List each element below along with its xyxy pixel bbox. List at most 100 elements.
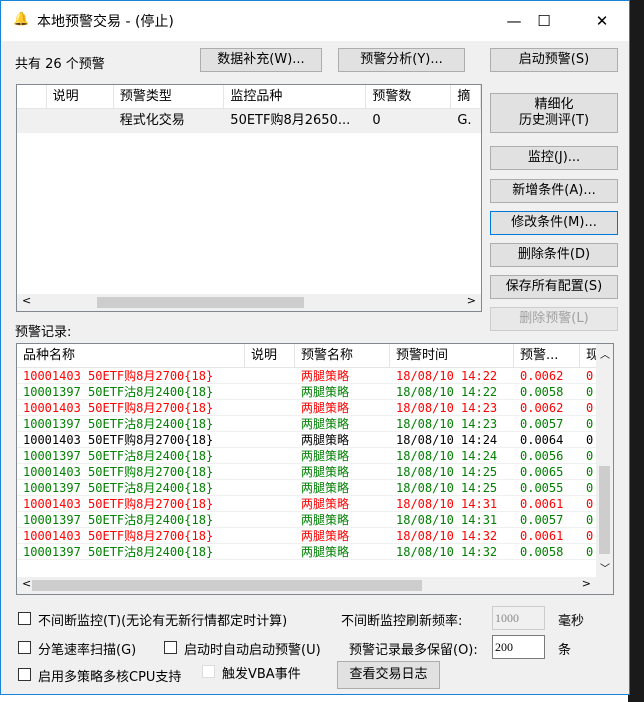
- records-header: 品种名称 说明 预警名称 预警时间 预警... 现: [17, 344, 613, 368]
- delete-alert-button[interactable]: 删除预警(L): [490, 307, 618, 331]
- cell-name: 10001403 50ETF购8月2700{18}: [23, 529, 214, 543]
- cell-note: [245, 464, 295, 479]
- cell-alert-time: 18/08/10 14:24: [396, 433, 498, 447]
- scroll-left-icon[interactable]: <: [22, 577, 31, 590]
- table-row[interactable]: 程式化交易 50ETF购8月2650... 0 G.: [17, 109, 481, 133]
- save-all-button[interactable]: 保存所有配置(S): [490, 275, 618, 299]
- scroll-up-icon[interactable]: ︿: [600, 346, 610, 361]
- cell-alert-time: 18/08/10 14:22: [396, 369, 498, 383]
- cell-alert-value: 0.0061: [520, 529, 564, 543]
- scroll-down-icon[interactable]: ﹀: [600, 560, 610, 575]
- window-title: 本地预警交易 - (停止): [37, 14, 174, 30]
- alert-table: 说明 预警类型 监控品种 预警数 摘 程式化交易 50ETF购8月2650...…: [16, 84, 482, 312]
- scroll-thumb[interactable]: [599, 466, 610, 554]
- cell-name: 10001403 50ETF购8月2700{18}: [23, 497, 214, 511]
- cell-note: [245, 544, 295, 559]
- col-name[interactable]: 品种名称: [17, 344, 245, 367]
- cell-alert-time: 18/08/10 14:32: [396, 529, 498, 543]
- cell-alert-name: 两腿策略: [301, 417, 350, 431]
- records-label: 预警记录:: [15, 325, 72, 340]
- add-condition-button[interactable]: 新增条件(A)...: [490, 179, 618, 203]
- auto-start-label: 启动时自动启动预警(U): [184, 643, 321, 658]
- modify-condition-button[interactable]: 修改条件(M)...: [490, 211, 618, 235]
- cell-note: [245, 432, 295, 447]
- tick-scan-checkbox[interactable]: [18, 641, 31, 654]
- scroll-right-icon[interactable]: >: [582, 577, 591, 590]
- multicore-label: 启用多策略多核CPU支持: [38, 670, 182, 685]
- alert-table-header: 说明 预警类型 监控品种 预警数 摘: [17, 85, 481, 109]
- cell-alert-value: 0.0056: [520, 449, 564, 463]
- cell-alert-time: 18/08/10 14:25: [396, 465, 498, 479]
- table-row[interactable]: 10001403 50ETF购8月2700{18} 两腿策略 18/08/10 14…: [17, 368, 613, 384]
- cell-note: [245, 512, 295, 527]
- table-row[interactable]: 10001403 50ETF购8月2700{18} 两腿策略 18/08/10 14…: [17, 464, 613, 480]
- maximize-icon[interactable]: ☐: [521, 1, 567, 41]
- table-row[interactable]: 10001397 50ETF沽8月2400{18} 两腿策略 18/08/10 14…: [17, 544, 613, 560]
- col-note[interactable]: 说明: [245, 344, 295, 367]
- table-row[interactable]: 10001397 50ETF沽8月2400{18} 两腿策略 18/08/10 14…: [17, 512, 613, 528]
- delete-condition-button[interactable]: 删除条件(D): [490, 243, 618, 267]
- col-symbol[interactable]: 监控品种: [224, 85, 367, 108]
- table-row[interactable]: 10001397 50ETF沽8月2400{18} 两腿策略 18/08/10 14…: [17, 416, 613, 432]
- table-row[interactable]: 10001397 50ETF沽8月2400{18} 两腿策略 18/08/10 14…: [17, 384, 613, 400]
- horizontal-scrollbar[interactable]: < >: [17, 577, 613, 594]
- cell-alert-name: 两腿策略: [301, 529, 350, 543]
- max-keep-label: 预警记录最多保留(O):: [349, 643, 478, 658]
- start-alert-button[interactable]: 启动预警(S): [490, 48, 618, 72]
- data-supplement-button[interactable]: 数据补充(W)...: [200, 48, 322, 72]
- cell-alert-value: 0.0058: [520, 385, 564, 399]
- cell-alert-time: 18/08/10 14:23: [396, 417, 498, 431]
- continuous-monitor-checkbox[interactable]: [18, 612, 31, 625]
- multicore-checkbox[interactable]: [18, 668, 31, 681]
- records-table: 品种名称 说明 预警名称 预警时间 预警... 现 10001403 50ETF…: [16, 343, 614, 595]
- table-row[interactable]: 10001403 50ETF购8月2700{18} 两腿策略 18/08/10 14…: [17, 432, 613, 448]
- auto-start-checkbox[interactable]: [164, 641, 177, 654]
- scroll-right-icon[interactable]: >: [467, 294, 476, 307]
- cell-name: 10001397 50ETF沽8月2400{18}: [23, 449, 214, 463]
- scroll-thumb[interactable]: [97, 297, 304, 308]
- scroll-thumb[interactable]: [32, 580, 422, 591]
- view-log-button[interactable]: 查看交易日志: [337, 661, 440, 689]
- refresh-rate-input[interactable]: 1000: [492, 606, 545, 630]
- col-alert-time[interactable]: 预警时间: [390, 344, 514, 367]
- cell-alert-time: 18/08/10 14:24: [396, 449, 498, 463]
- cell-alert-value: 0.0055: [520, 481, 564, 495]
- cell-note: [245, 528, 295, 543]
- horizontal-scrollbar[interactable]: < >: [17, 294, 481, 311]
- cell-alert-time: 18/08/10 14:32: [396, 545, 498, 559]
- col-count[interactable]: 预警数: [366, 85, 452, 108]
- cell-alert-name: 两腿策略: [301, 465, 350, 479]
- cell-name: 10001397 50ETF沽8月2400{18}: [23, 481, 214, 495]
- table-row[interactable]: 10001403 50ETF购8月2700{18} 两腿策略 18/08/10 14…: [17, 528, 613, 544]
- table-row[interactable]: 10001397 50ETF沽8月2400{18} 两腿策略 18/08/10 14…: [17, 480, 613, 496]
- cell-name: 10001397 50ETF沽8月2400{18}: [23, 513, 214, 527]
- close-icon[interactable]: ✕: [579, 1, 625, 41]
- col-alert-value[interactable]: 预警...: [514, 344, 580, 367]
- col-note[interactable]: 说明: [47, 85, 114, 108]
- cell-alert-name: 两腿策略: [301, 401, 350, 415]
- cell-name: 10001403 50ETF购8月2700{18}: [23, 401, 214, 415]
- table-row[interactable]: 10001397 50ETF沽8月2400{18} 两腿策略 18/08/10 14…: [17, 448, 613, 464]
- cell-alert-name: 两腿策略: [301, 545, 350, 559]
- cell-alert-time: 18/08/10 14:31: [396, 513, 498, 527]
- cell-note: [245, 384, 295, 399]
- title-bar: 🔔 本地预警交易 - (停止) — ☐ ✕: [1, 1, 629, 41]
- cell-name: 10001397 50ETF沽8月2400{18}: [23, 385, 214, 399]
- vba-checkbox[interactable]: [202, 665, 215, 678]
- alert-analysis-button[interactable]: 预警分析(Y)...: [338, 48, 465, 72]
- monitor-button[interactable]: 监控(J)...: [490, 146, 618, 170]
- vertical-scrollbar[interactable]: ︿ ﹀: [596, 344, 613, 577]
- table-row[interactable]: 10001403 50ETF购8月2700{18} 两腿策略 18/08/10 14…: [17, 400, 613, 416]
- col-alert-name[interactable]: 预警名称: [295, 344, 390, 367]
- scroll-left-icon[interactable]: <: [22, 294, 31, 307]
- max-keep-input[interactable]: 200: [492, 635, 545, 659]
- col-type[interactable]: 预警类型: [114, 85, 225, 108]
- table-row[interactable]: 10001403 50ETF购8月2700{18} 两腿策略 18/08/10 14…: [17, 496, 613, 512]
- cell-alert-value: 0.0062: [520, 369, 564, 383]
- col-blank: [17, 85, 47, 108]
- cell-alert-value: 0.0057: [520, 417, 564, 431]
- cell-name: 10001397 50ETF沽8月2400{18}: [23, 417, 214, 431]
- refined-backtest-button[interactable]: 精细化 历史测评(T): [490, 93, 618, 133]
- col-extra[interactable]: 摘: [451, 85, 481, 108]
- cell-alert-time: 18/08/10 14:25: [396, 481, 498, 495]
